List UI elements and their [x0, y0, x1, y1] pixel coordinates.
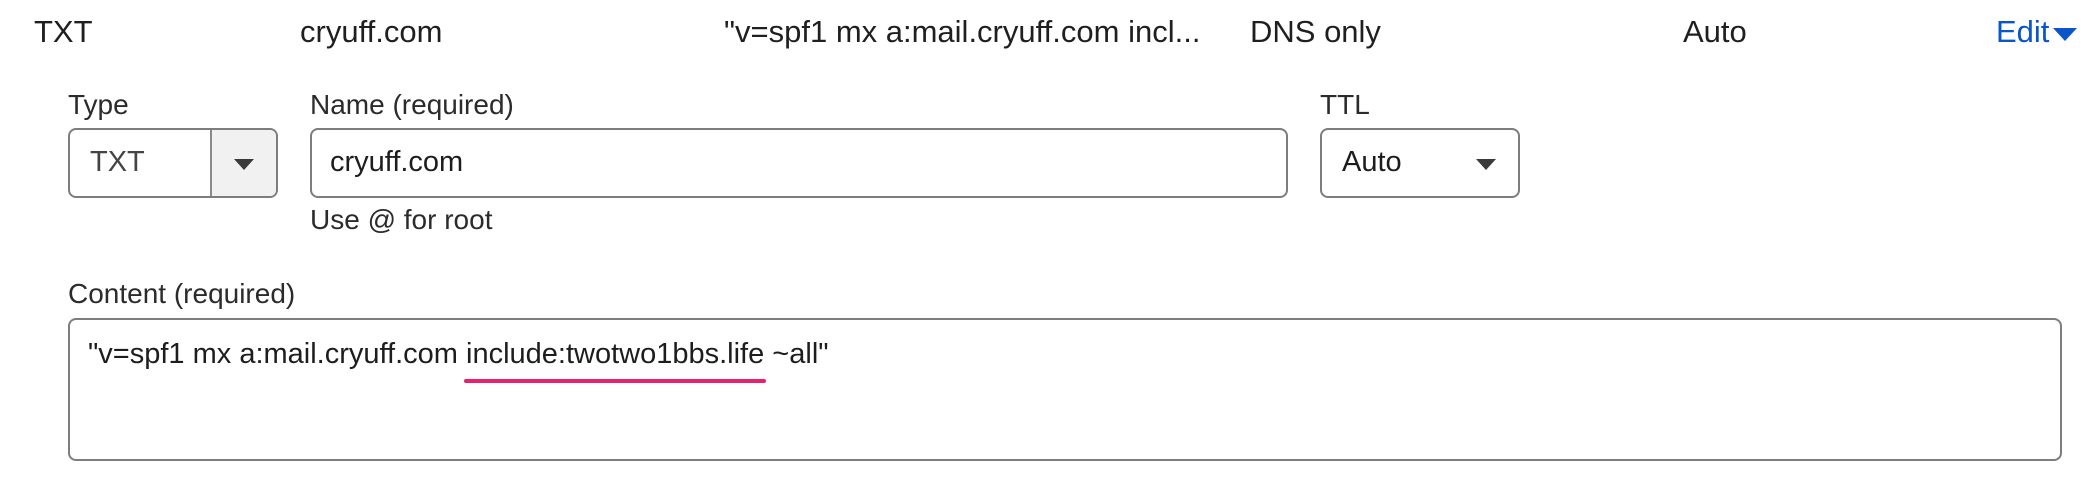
name-hint: Use @ for root [310, 204, 493, 235]
annotation-underline [464, 379, 767, 383]
chevron-down-icon [2053, 27, 2078, 41]
row-name: cryuff.com [300, 14, 443, 49]
type-select[interactable]: TXT [68, 128, 278, 198]
edit-label: Edit [1996, 14, 2050, 49]
type-dropdown-toggle[interactable] [210, 130, 276, 196]
row-type: TXT [34, 14, 93, 49]
row-content-preview: "v=spf1 mx a:mail.cryuff.com incl... [724, 14, 1201, 49]
content-label: Content (required) [68, 278, 296, 309]
content-highlighted-text: include:twotwo1bbs.life [464, 334, 767, 383]
content-text-before: "v=spf1 mx a:mail.cryuff.com [88, 338, 467, 370]
ttl-label: TTL [1320, 89, 1370, 120]
caret-down-icon [234, 159, 254, 170]
row-proxy-status: DNS only [1250, 14, 1381, 49]
ttl-select-value: Auto [1342, 146, 1402, 178]
row-ttl: Auto [1683, 14, 1747, 49]
edit-button[interactable]: Edit [1996, 12, 2078, 52]
content-text-after: ~all" [764, 338, 829, 370]
content-highlight-text: include:twotwo1bbs.life [466, 338, 765, 370]
name-label: Name (required) [310, 89, 514, 120]
type-select-value: TXT [90, 146, 145, 178]
content-textarea[interactable]: "v=spf1 mx a:mail.cryuff.com include:two… [68, 318, 2062, 461]
ttl-select[interactable]: Auto [1320, 128, 1520, 198]
type-label: Type [68, 89, 129, 120]
caret-down-icon [1476, 159, 1496, 170]
content-value: "v=spf1 mx a:mail.cryuff.com include:two… [88, 334, 829, 383]
name-input[interactable]: cryuff.com [310, 128, 1288, 198]
name-input-value: cryuff.com [330, 146, 464, 178]
